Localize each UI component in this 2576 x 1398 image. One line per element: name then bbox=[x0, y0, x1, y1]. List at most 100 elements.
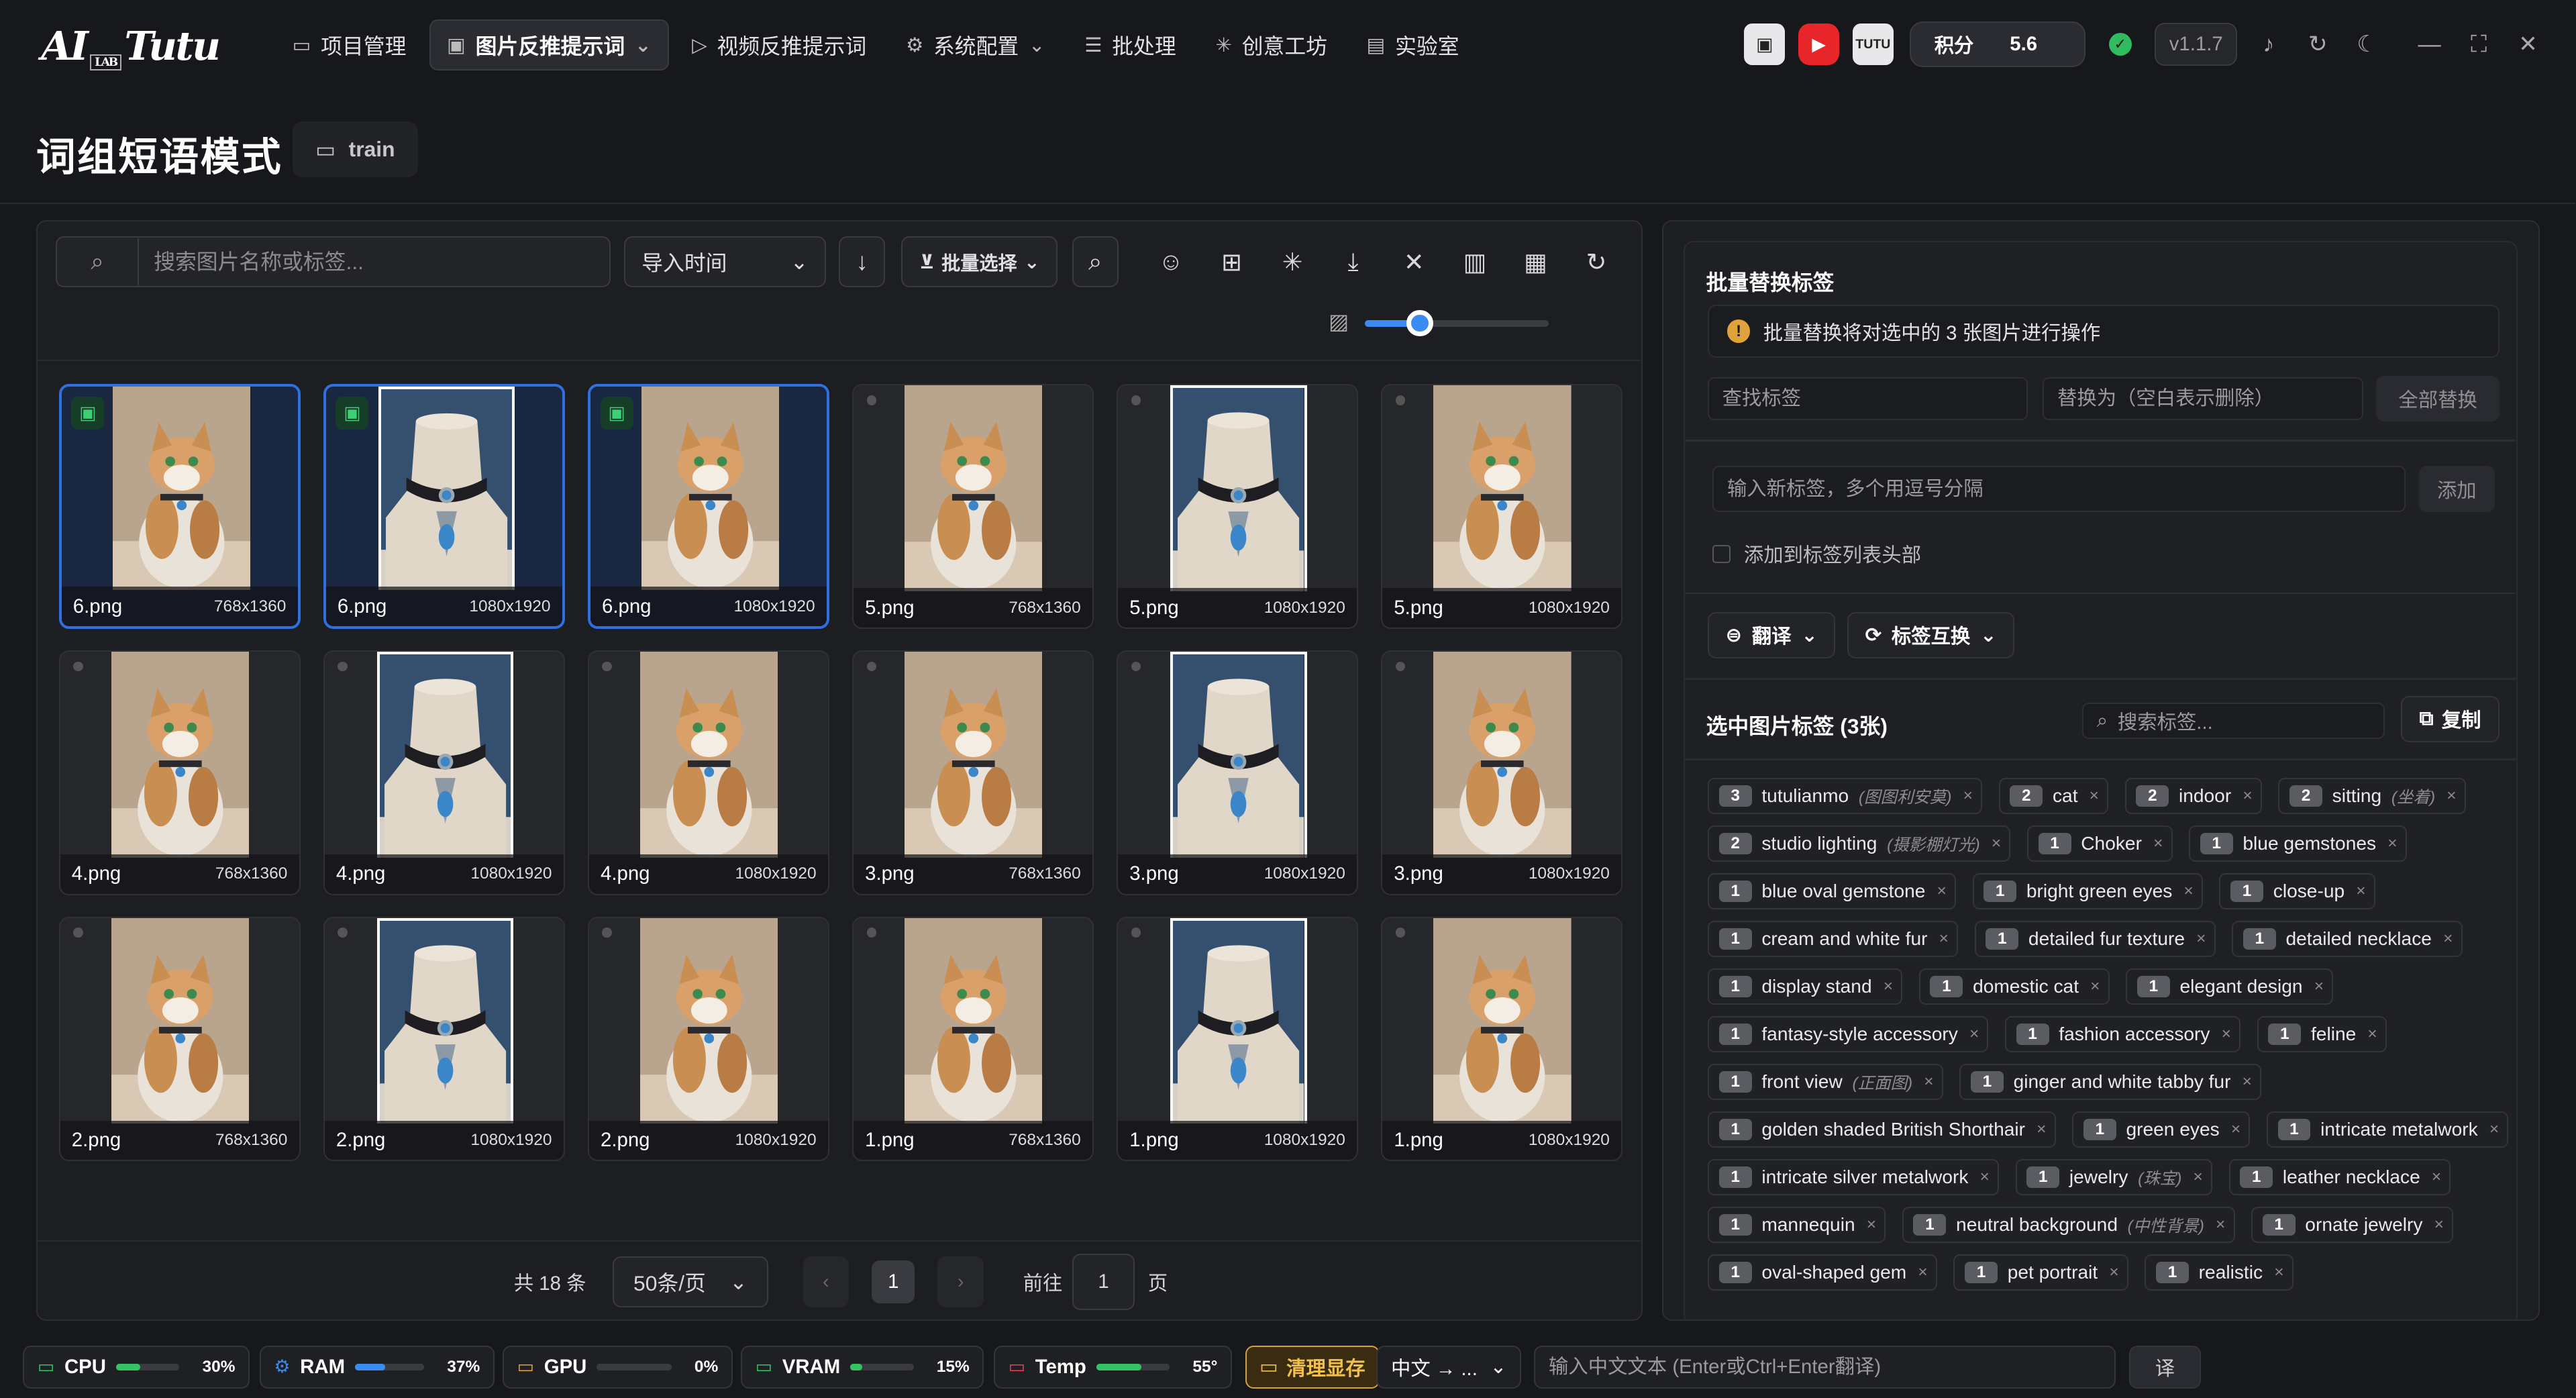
tag-chip[interactable]: 1 feline × bbox=[2257, 1016, 2387, 1053]
next-page-button[interactable]: › bbox=[937, 1256, 984, 1307]
page-size-select[interactable]: 50条/页 ⌄ bbox=[612, 1256, 769, 1307]
remove-tag-icon[interactable]: × bbox=[2489, 1120, 2499, 1139]
remove-tag-icon[interactable]: × bbox=[1937, 882, 1947, 901]
clear-vram-button[interactable]: ▭ 清理显存 bbox=[1245, 1345, 1380, 1389]
close-icon[interactable]: ✕ bbox=[2510, 31, 2546, 58]
select-dot[interactable] bbox=[602, 661, 613, 672]
remove-tag-icon[interactable]: × bbox=[2109, 1263, 2118, 1282]
folder-chip[interactable]: ▭ train bbox=[292, 121, 418, 178]
remove-tag-icon[interactable]: × bbox=[1918, 1263, 1927, 1282]
remove-tag-icon[interactable]: × bbox=[2367, 1025, 2377, 1044]
select-dot[interactable] bbox=[602, 928, 613, 938]
download-icon[interactable]: ⤓ bbox=[1330, 236, 1376, 287]
image-card[interactable]: 4.png 1080x1920 bbox=[587, 650, 829, 895]
remove-tag-icon[interactable]: × bbox=[2231, 1120, 2240, 1139]
tag-chip[interactable]: 1 detailed fur texture × bbox=[1974, 921, 2216, 958]
tag-chip[interactable]: 2 sitting (坐着) × bbox=[2278, 778, 2466, 815]
tag-ai-icon[interactable]: ☺ bbox=[1148, 236, 1194, 287]
tag-chip[interactable]: 1 golden shaded British Shorthair × bbox=[1708, 1111, 2056, 1148]
remove-tag-icon[interactable]: × bbox=[1969, 1025, 1979, 1044]
replace-tag-input[interactable] bbox=[2043, 377, 2363, 420]
tag-chip[interactable]: 1 front view (正面图) × bbox=[1708, 1064, 1943, 1101]
bell-icon[interactable]: ♪ bbox=[2251, 32, 2287, 58]
tag-chip[interactable]: 2 studio lighting (摄影棚灯光) × bbox=[1708, 826, 2011, 862]
slider-handle[interactable] bbox=[1406, 310, 1433, 337]
remove-tag-icon[interactable]: × bbox=[1924, 1072, 1933, 1091]
remove-tag-icon[interactable]: × bbox=[2356, 882, 2365, 901]
prepend-checkbox[interactable]: 添加到标签列表头部 bbox=[1712, 540, 1921, 568]
image-card[interactable]: 5.png 768x1360 bbox=[852, 384, 1094, 630]
tag-chip[interactable]: 1 neutral background (中性背景) × bbox=[1902, 1207, 2235, 1244]
select-dot[interactable] bbox=[866, 395, 877, 405]
tag-chip[interactable]: 1 elegant design × bbox=[2126, 968, 2334, 1005]
image-card[interactable]: 2.png 768x1360 bbox=[58, 916, 301, 1162]
copy-tags-button[interactable]: ⧉ 复制 bbox=[2401, 696, 2500, 742]
remove-tag-icon[interactable]: × bbox=[1939, 930, 1949, 948]
tag-chip[interactable]: 3 tutulianmo (图图利安莫) × bbox=[1708, 778, 1983, 815]
image-card[interactable]: 3.png 768x1360 bbox=[852, 650, 1094, 895]
tag-chip[interactable]: 1 pet portrait × bbox=[1953, 1254, 2128, 1291]
language-select[interactable]: 中文 → ... ⌄ bbox=[1376, 1345, 1521, 1389]
remove-tag-icon[interactable]: × bbox=[2037, 1120, 2046, 1139]
image-card[interactable]: 2.png 1080x1920 bbox=[587, 916, 829, 1162]
new-tag-input[interactable] bbox=[1712, 466, 2406, 512]
batch-select-button[interactable]: ⊻ 批量选择 ⌄ bbox=[901, 236, 1058, 287]
remove-tag-icon[interactable]: × bbox=[2243, 787, 2252, 805]
remove-tag-icon[interactable]: × bbox=[2090, 977, 2100, 996]
select-dot[interactable] bbox=[866, 928, 877, 938]
remove-tag-icon[interactable]: × bbox=[1884, 977, 1893, 996]
select-dot[interactable] bbox=[1395, 661, 1406, 672]
image-card[interactable]: 1.png 1080x1920 bbox=[1117, 916, 1358, 1162]
tag-chip[interactable]: 1 green eyes × bbox=[2072, 1111, 2251, 1148]
nav-item-4[interactable]: ☰ 批处理 bbox=[1068, 19, 1192, 70]
prev-page-button[interactable]: ‹ bbox=[803, 1256, 849, 1307]
nav-item-3[interactable]: ⚙ 系统配置 ⌄ bbox=[889, 19, 1062, 70]
nav-item-1[interactable]: ▣ 图片反推提示词 ⌄ bbox=[429, 19, 670, 71]
image-card[interactable]: 4.png 1080x1920 bbox=[323, 650, 565, 895]
remove-tag-icon[interactable]: × bbox=[2443, 930, 2453, 948]
image-card[interactable]: 2.png 1080x1920 bbox=[323, 916, 565, 1162]
clear-icon[interactable]: ✕ bbox=[1391, 236, 1437, 287]
checkbox-box[interactable] bbox=[1712, 545, 1731, 563]
nav-item-6[interactable]: ▤ 实验室 bbox=[1350, 19, 1476, 70]
refresh-icon[interactable]: ↻ bbox=[2300, 31, 2336, 58]
remove-tag-icon[interactable]: × bbox=[2153, 834, 2163, 853]
remove-tag-icon[interactable]: × bbox=[2183, 882, 2193, 901]
find-tag-input[interactable] bbox=[1708, 377, 2028, 420]
tag-chip[interactable]: 1 jewelry (珠宝) × bbox=[2015, 1159, 2213, 1196]
tag-chip[interactable]: 1 Choker × bbox=[2026, 826, 2173, 862]
select-dot[interactable] bbox=[1395, 395, 1406, 405]
nav-item-2[interactable]: ▷ 视频反推提示词 bbox=[676, 19, 883, 70]
tag-chip[interactable]: 1 bright green eyes × bbox=[1972, 873, 2203, 910]
image-card[interactable]: 3.png 1080x1920 bbox=[1117, 650, 1358, 895]
tag-chip[interactable]: 1 mannequin × bbox=[1708, 1207, 1886, 1244]
image-card[interactable]: ▣ 6.png 768x1360 bbox=[58, 384, 301, 630]
tag-chip[interactable]: 1 intricate silver metalwork × bbox=[1708, 1159, 2000, 1196]
select-dot[interactable] bbox=[338, 928, 348, 938]
minimize-icon[interactable]: — bbox=[2412, 32, 2448, 58]
remove-tag-icon[interactable]: × bbox=[2274, 1263, 2283, 1282]
trash-icon[interactable]: ▥ bbox=[1452, 236, 1498, 287]
tag-chip[interactable]: 1 ornate jewelry × bbox=[2251, 1207, 2454, 1244]
tag-chip[interactable]: 1 leather necklace × bbox=[2228, 1159, 2451, 1196]
tag-chip[interactable]: 1 blue oval gemstone × bbox=[1708, 873, 1957, 910]
select-dot[interactable] bbox=[866, 661, 877, 672]
image-card[interactable]: ▣ 6.png 1080x1920 bbox=[323, 384, 565, 630]
remove-tag-icon[interactable]: × bbox=[2243, 1072, 2252, 1091]
moon-icon[interactable]: ☾ bbox=[2349, 31, 2385, 58]
image-card[interactable]: 3.png 1080x1920 bbox=[1381, 650, 1623, 895]
tag-chip[interactable]: 1 ginger and white tabby fur × bbox=[1959, 1064, 2262, 1101]
tag-chip[interactable]: 1 blue gemstones × bbox=[2189, 826, 2407, 862]
youtube-icon[interactable]: ▶ bbox=[1798, 23, 1840, 65]
tag-chip[interactable]: 1 oval-shaped gem × bbox=[1708, 1254, 1937, 1291]
remove-tag-icon[interactable]: × bbox=[1992, 834, 2001, 853]
tag-swap-dropdown[interactable]: ⟳ 标签互换 ⌄ bbox=[1847, 612, 2015, 658]
reset-icon[interactable]: ↻ bbox=[1574, 236, 1620, 287]
remove-tag-icon[interactable]: × bbox=[2222, 1025, 2231, 1044]
remove-tag-icon[interactable]: × bbox=[1980, 1168, 1990, 1187]
tag-chip[interactable]: 1 close-up × bbox=[2219, 873, 2375, 910]
tag-chip[interactable]: 1 fantasy-style accessory × bbox=[1708, 1016, 1989, 1053]
remove-tag-icon[interactable]: × bbox=[2196, 930, 2206, 948]
image-card[interactable]: 4.png 768x1360 bbox=[58, 650, 301, 895]
select-dot[interactable] bbox=[1131, 395, 1141, 405]
